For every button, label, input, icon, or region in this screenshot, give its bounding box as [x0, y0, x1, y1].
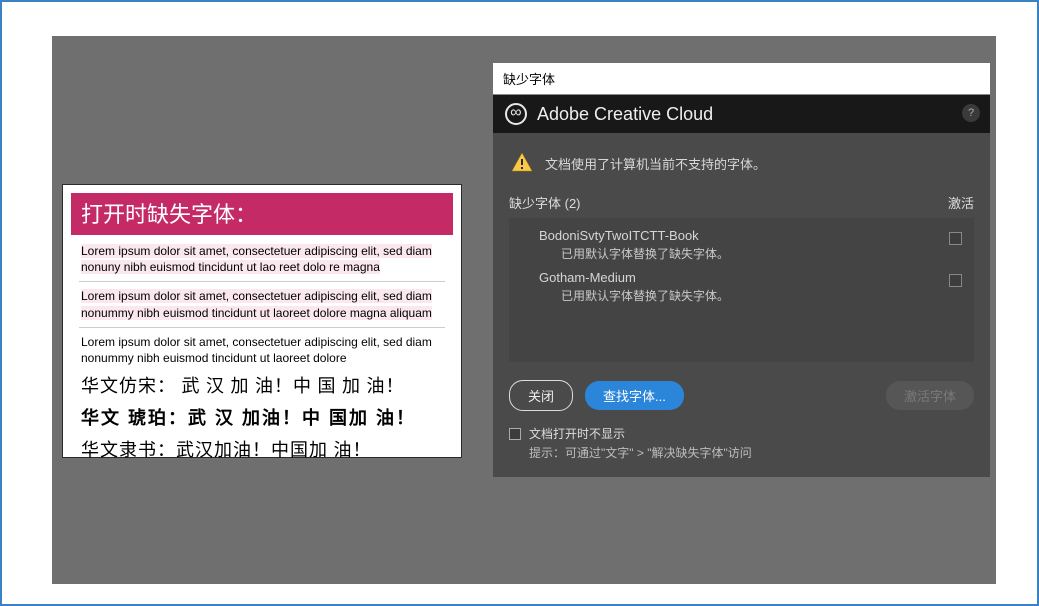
dont-show-label: 文档打开时不显示: [529, 425, 625, 442]
document-cjk-line: 华文 琥珀：武 汉 加油！中 国加 油！: [81, 404, 443, 430]
missing-fonts-list: BodoniSvtyTwoITCTT-Book 已用默认字体替换了缺失字体。 G…: [509, 218, 974, 362]
alert-message: 文档使用了计算机当前不支持的字体。: [545, 154, 766, 173]
dialog-title: 缺少字体: [493, 63, 990, 95]
dialog-footer: 文档打开时不显示 提示：可通过"文字" > "解决缺失字体"访问: [509, 425, 974, 461]
activate-column-label: 激活: [948, 193, 974, 212]
font-status-label: 已用默认字体替换了缺失字体。: [561, 245, 964, 262]
font-status-label: 已用默认字体替换了缺失字体。: [561, 287, 964, 304]
document-paragraph: Lorem ipsum dolor sit amet, consectetuer…: [81, 334, 443, 366]
activate-font-checkbox[interactable]: [949, 232, 962, 245]
brand-label: Adobe Creative Cloud: [537, 104, 713, 125]
font-name-label: BodoniSvtyTwoITCTT-Book: [539, 228, 964, 243]
document-cjk-line: 华文隶书：武汉加油！中国加 油！: [81, 436, 443, 462]
warning-icon: [509, 151, 535, 175]
font-list-item: Gotham-Medium 已用默认字体替换了缺失字体。: [509, 264, 974, 306]
footer-hint: 提示：可通过"文字" > "解决缺失字体"访问: [529, 444, 974, 461]
document-preview: 打开时缺失字体： Lorem ipsum dolor sit amet, con…: [62, 184, 462, 458]
document-cjk-line: 华文仿宋： 武 汉 加 油！中 国 加 油！: [81, 372, 443, 398]
font-name-label: Gotham-Medium: [539, 270, 964, 285]
find-fonts-button[interactable]: 查找字体...: [585, 381, 684, 410]
activate-font-checkbox[interactable]: [949, 274, 962, 287]
activate-fonts-button: 激活字体: [886, 381, 974, 410]
alert-row: 文档使用了计算机当前不支持的字体。: [509, 151, 974, 175]
document-title-bar: 打开时缺失字体：: [71, 193, 453, 235]
document-paragraph: Lorem ipsum dolor sit amet, consectetuer…: [81, 288, 443, 320]
missing-fonts-count-label: 缺少字体 (2): [509, 193, 581, 212]
divider: [79, 327, 445, 328]
dialog-body: 文档使用了计算机当前不支持的字体。 缺少字体 (2) 激活 BodoniSvty…: [493, 133, 990, 477]
dialog-button-row: 关闭 查找字体... 激活字体: [509, 380, 974, 411]
dont-show-checkbox[interactable]: [509, 428, 521, 440]
creative-cloud-icon: [505, 103, 527, 125]
dialog-brand-bar: Adobe Creative Cloud ?: [493, 95, 990, 133]
divider: [79, 281, 445, 282]
app-canvas: 打开时缺失字体： Lorem ipsum dolor sit amet, con…: [52, 36, 996, 584]
missing-fonts-dialog: 缺少字体 Adobe Creative Cloud ? 文档使用了计算机当前不支…: [493, 63, 990, 477]
help-icon[interactable]: ?: [962, 104, 980, 122]
font-list-header: 缺少字体 (2) 激活: [509, 193, 974, 212]
close-button[interactable]: 关闭: [509, 380, 573, 411]
font-list-item: BodoniSvtyTwoITCTT-Book 已用默认字体替换了缺失字体。: [509, 222, 974, 264]
document-paragraph: Lorem ipsum dolor sit amet, consectetuer…: [81, 243, 443, 275]
